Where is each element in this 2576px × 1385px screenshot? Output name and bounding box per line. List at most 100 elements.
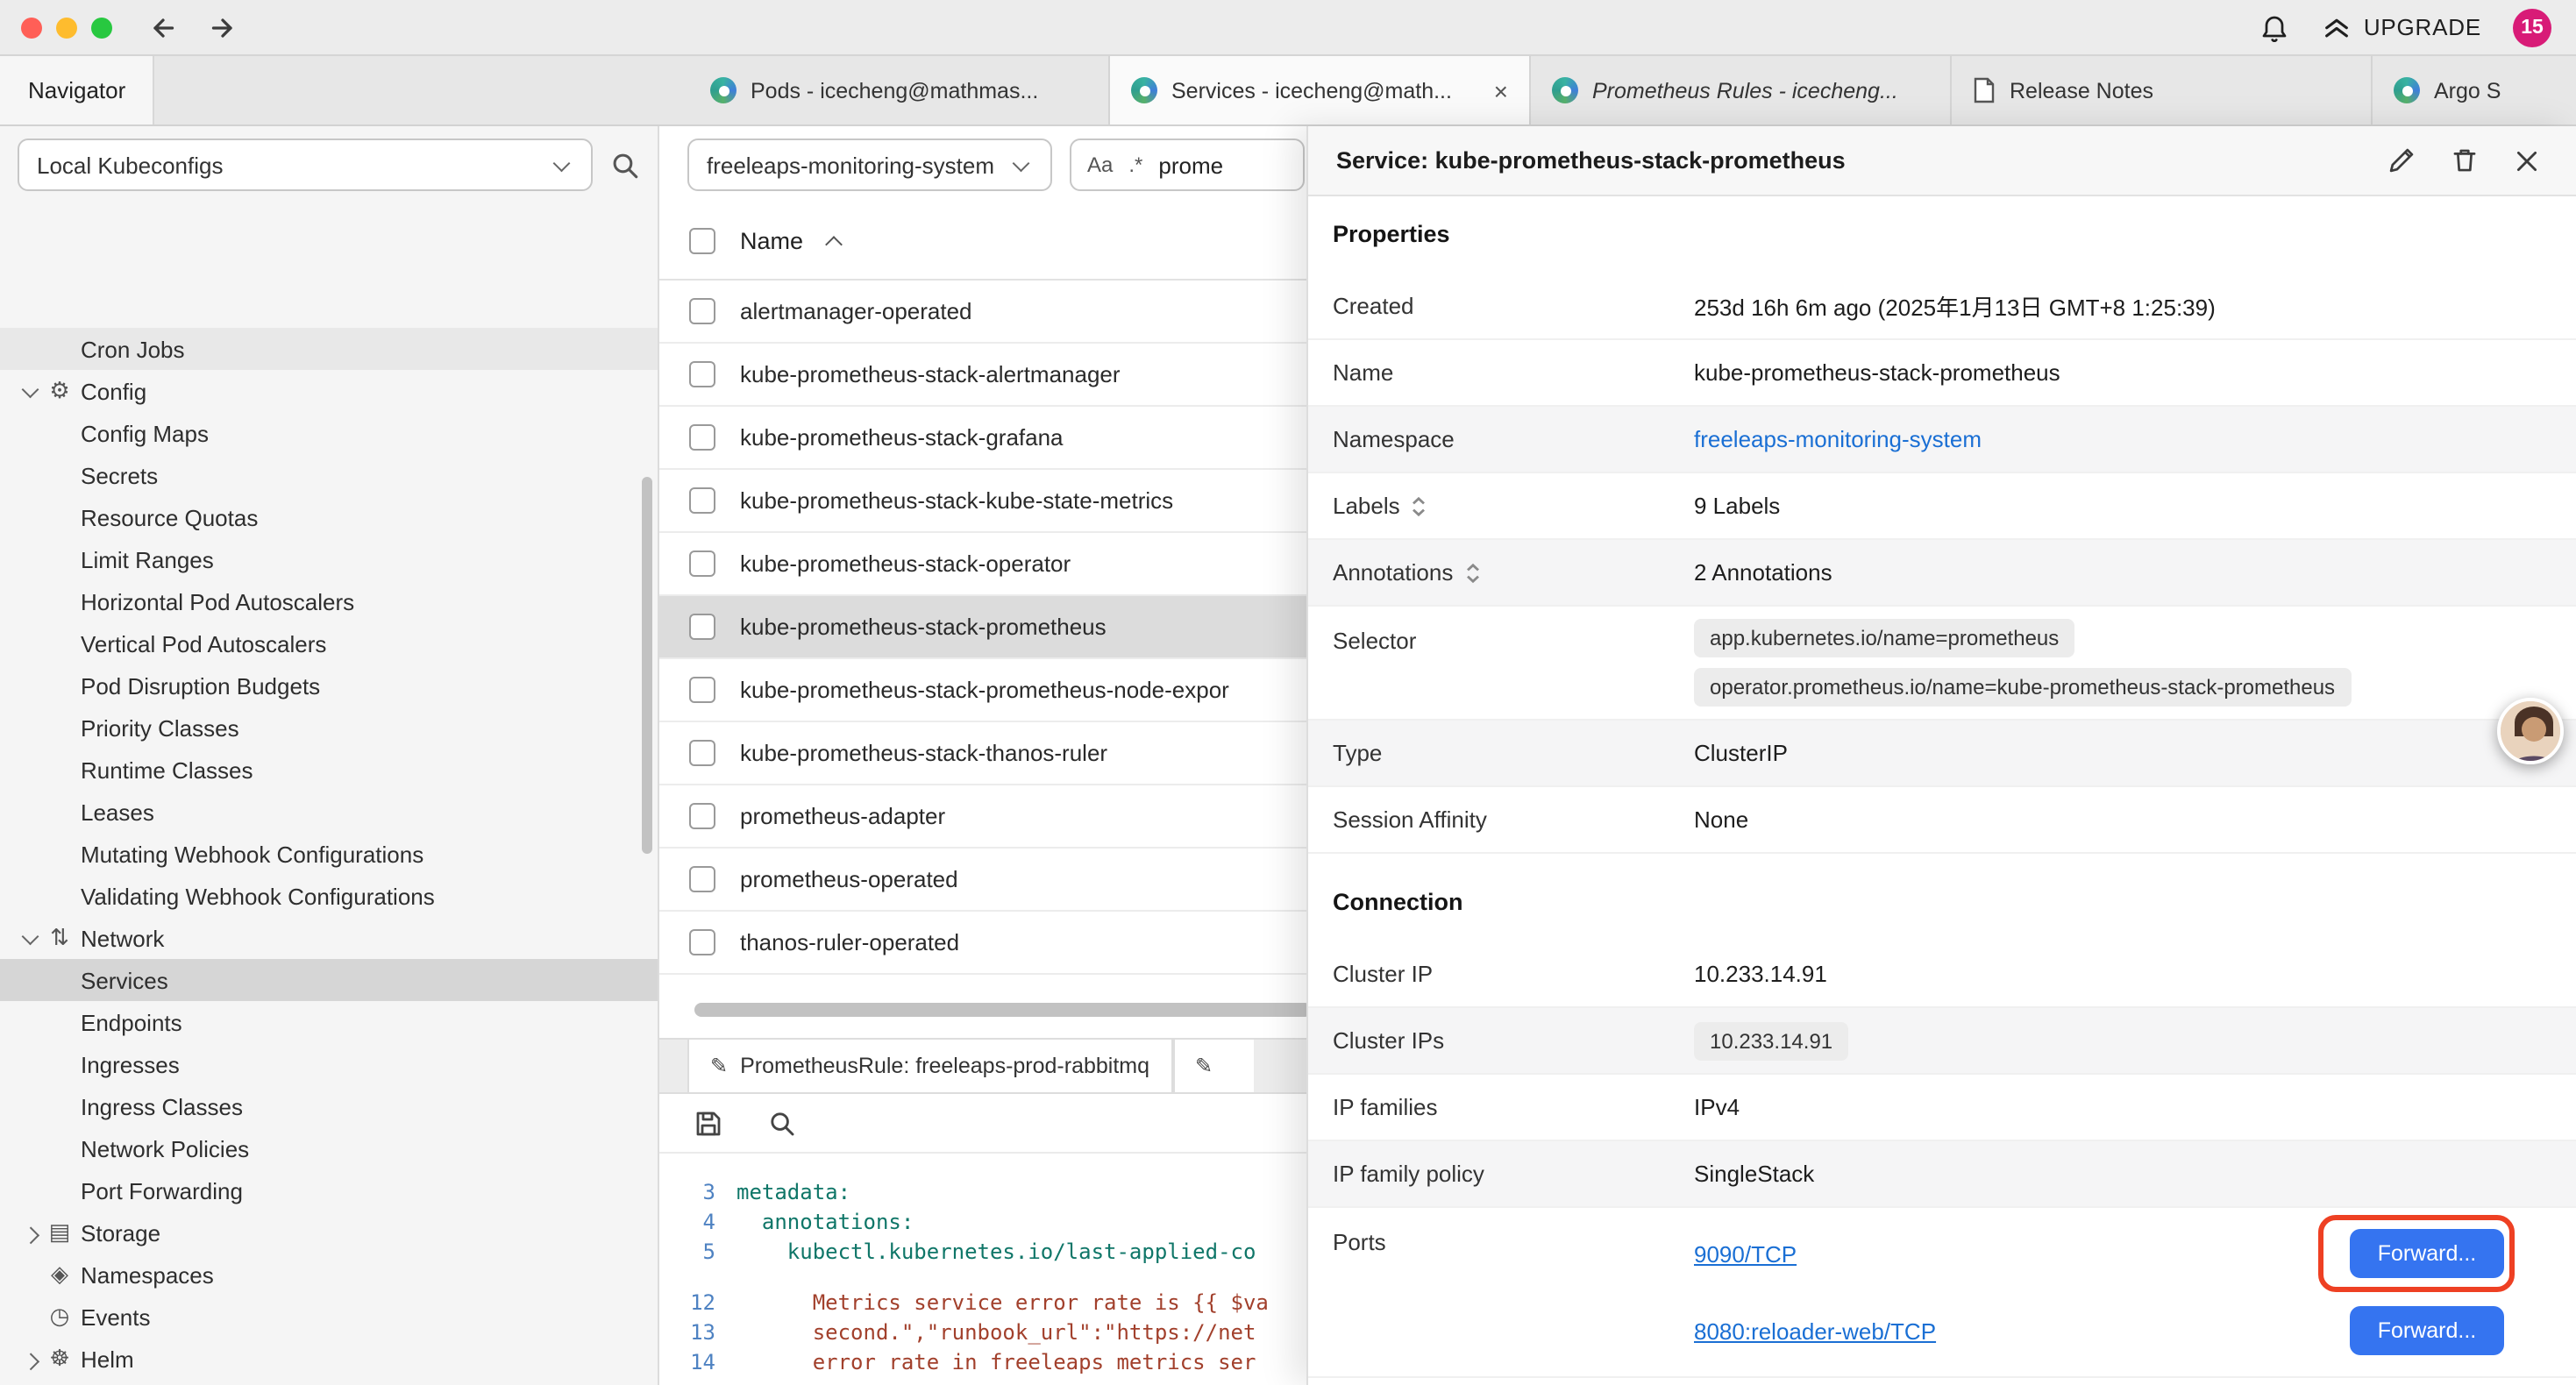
sidebar-item-priority-classes[interactable]: Priority Classes [0,707,658,749]
tab-label: Release Notes [2010,78,2353,103]
select-all-checkbox[interactable] [689,228,715,254]
chevron-down-icon[interactable] [18,386,42,397]
sidebar-item-horizontal-pod-autoscalers[interactable]: Horizontal Pod Autoscalers [0,580,658,622]
sidebar-item-resource-quotas[interactable]: Resource Quotas [0,496,658,538]
sidebar-scrollbar[interactable] [642,477,652,854]
editor-tab-prometheusrule[interactable]: ✎ PrometheusRule: freeleaps-prod-rabbitm… [687,1040,1172,1092]
bell-icon[interactable] [2259,11,2290,43]
tab-prometheus-rules-icecheng[interactable]: Prometheus Rules - icecheng... [1531,56,1952,124]
forward-button[interactable] [207,11,238,43]
tab-pods-icecheng-mathmas[interactable]: Pods - icecheng@mathmas... [689,56,1110,124]
namespace-filter[interactable]: freeleaps-monitoring-system [687,138,1052,191]
row-checkbox[interactable] [689,866,715,892]
row-checkbox[interactable] [689,424,715,451]
kubeconfig-selector[interactable]: Local Kubeconfigs [18,138,593,191]
sidebar-item-events[interactable]: ◷Events [0,1296,658,1338]
sidebar-search-icon[interactable] [610,150,640,180]
delete-icon[interactable] [2446,143,2481,178]
table-row-kube-prometheus-stack-alertmanager[interactable]: kube-prometheus-stack-alertmanager [659,344,1333,407]
sidebar-item-secrets[interactable]: Secrets [0,454,658,496]
row-checkbox[interactable] [689,740,715,766]
regex-toggle[interactable]: .* [1128,153,1142,177]
sidebar-item-validating-webhook-configurations[interactable]: Validating Webhook Configurations [0,875,658,917]
horizontal-scrollbar[interactable] [694,1003,1312,1017]
table-row-alertmanager-operated[interactable]: alertmanager-operated [659,281,1333,344]
table-row-kube-prometheus-stack-kube-state-metrics[interactable]: kube-prometheus-stack-kube-state-metrics [659,470,1333,533]
row-checkbox[interactable] [689,803,715,829]
editor-tab-secondary[interactable]: ✎ [1172,1040,1253,1092]
sidebar-item-network-policies[interactable]: Network Policies [0,1127,658,1169]
sidebar-item-leases[interactable]: Leases [0,791,658,833]
sidebar-item-config[interactable]: ⚙Config [0,370,658,412]
table-row-kube-prometheus-stack-thanos-ruler[interactable]: kube-prometheus-stack-thanos-ruler [659,722,1333,785]
row-checkbox[interactable] [689,677,715,703]
avatar[interactable] [2497,698,2564,764]
chevron-right-icon[interactable] [18,1227,42,1239]
sidebar-item-endpoints[interactable]: Endpoints [0,1001,658,1043]
link-freeleaps-monitoring-system[interactable]: freeleaps-monitoring-system [1694,426,2551,452]
back-button[interactable] [147,11,179,43]
row-checkbox[interactable] [689,361,715,387]
row-checkbox[interactable] [689,298,715,324]
tab-strip: Navigator Pods - icecheng@mathmas...Serv… [0,56,2576,126]
forward-button-8080-reloader-web-tcp[interactable]: Forward... [2350,1306,2504,1355]
row-checkbox[interactable] [689,550,715,577]
port-link-8080-reloader-web-tcp[interactable]: 8080:reloader-web/TCP [1694,1318,1936,1344]
sort-ascending-icon[interactable] [825,235,843,252]
sidebar-item-mutating-webhook-configurations[interactable]: Mutating Webhook Configurations [0,833,658,875]
notification-badge[interactable]: 15 [2513,8,2551,46]
tab-close-icon[interactable]: × [1491,76,1512,104]
sidebar-item-label: Config [81,378,146,404]
sidebar-item-storage[interactable]: ▤Storage [0,1211,658,1254]
row-checkbox[interactable] [689,614,715,640]
sidebar-item-namespaces[interactable]: ◈Namespaces [0,1254,658,1296]
sidebar-item-runtime-classes[interactable]: Runtime Classes [0,749,658,791]
editor-search-icon[interactable] [768,1109,796,1137]
table-row-thanos-ruler-operated[interactable]: thanos-ruler-operated [659,912,1333,975]
tab-release-notes[interactable]: Release Notes [1952,56,2373,124]
sidebar-item-network[interactable]: ⇅Network [0,917,658,959]
forward-button-9090-tcp[interactable]: Forward... [2350,1229,2504,1278]
sidebar-item-helm[interactable]: ☸Helm [0,1338,658,1380]
save-icon[interactable] [694,1109,722,1137]
port-link-9090-tcp[interactable]: 9090/TCP [1694,1240,1797,1267]
tab-argo-s[interactable]: Argo S [2373,56,2576,124]
namespaces-icon: ◈ [42,1261,77,1289]
sidebar-item-port-forwarding[interactable]: Port Forwarding [0,1169,658,1211]
name-column-header[interactable]: Name [740,228,803,254]
chevron-down-icon[interactable] [18,933,42,944]
table-row-kube-prometheus-stack-operator[interactable]: kube-prometheus-stack-operator [659,533,1333,596]
table-row-kube-prometheus-stack-prometheus[interactable]: kube-prometheus-stack-prometheus [659,596,1333,659]
table-row-kube-prometheus-stack-grafana[interactable]: kube-prometheus-stack-grafana [659,407,1333,470]
row-checkbox[interactable] [689,487,715,514]
table-row-prometheus-operated[interactable]: prometheus-operated [659,849,1333,912]
match-case-toggle[interactable]: Aa [1087,153,1113,177]
row-checkbox[interactable] [689,929,715,955]
sidebar-item-vertical-pod-autoscalers[interactable]: Vertical Pod Autoscalers [0,622,658,664]
kubernetes-icon [710,77,737,103]
window-close-button[interactable] [21,17,42,38]
window-zoom-button[interactable] [91,17,112,38]
sort-updown-icon[interactable] [1463,560,1481,585]
chevron-right-icon[interactable] [18,1353,42,1365]
app-window: UPGRADE 15 Navigator Pods - icecheng@mat… [0,0,2576,1385]
sidebar-item-ingresses[interactable]: Ingresses [0,1043,658,1085]
sidebar-item-pod-disruption-budgets[interactable]: Pod Disruption Budgets [0,664,658,707]
sidebar-item-access-control[interactable]: ◉Access Control [0,1380,658,1385]
sidebar-item-services[interactable]: Services [0,959,658,1001]
yaml-editor[interactable]: 3metadata:4 annotations:5 kubectl.kubern… [659,1154,1333,1385]
table-row-kube-prometheus-stack-prometheus-node-expor[interactable]: kube-prometheus-stack-prometheus-node-ex… [659,659,1333,722]
sidebar-item-limit-ranges[interactable]: Limit Ranges [0,538,658,580]
tab-services-icecheng-math[interactable]: Services - icecheng@math...× [1110,56,1531,124]
table-row-prometheus-adapter[interactable]: prometheus-adapter [659,785,1333,849]
resource-search-input[interactable]: Aa .* prome [1070,138,1305,191]
sidebar-item-config-maps[interactable]: Config Maps [0,412,658,454]
edit-icon[interactable] [2383,143,2418,178]
upgrade-button[interactable]: UPGRADE [2322,12,2481,42]
window-minimize-button[interactable] [56,17,77,38]
sidebar-item-cron-jobs[interactable]: Cron Jobs [0,328,658,370]
sort-updown-icon[interactable] [1411,494,1428,518]
close-icon[interactable] [2509,143,2544,178]
sidebar-item-label: Port Forwarding [81,1177,243,1204]
sidebar-item-ingress-classes[interactable]: Ingress Classes [0,1085,658,1127]
